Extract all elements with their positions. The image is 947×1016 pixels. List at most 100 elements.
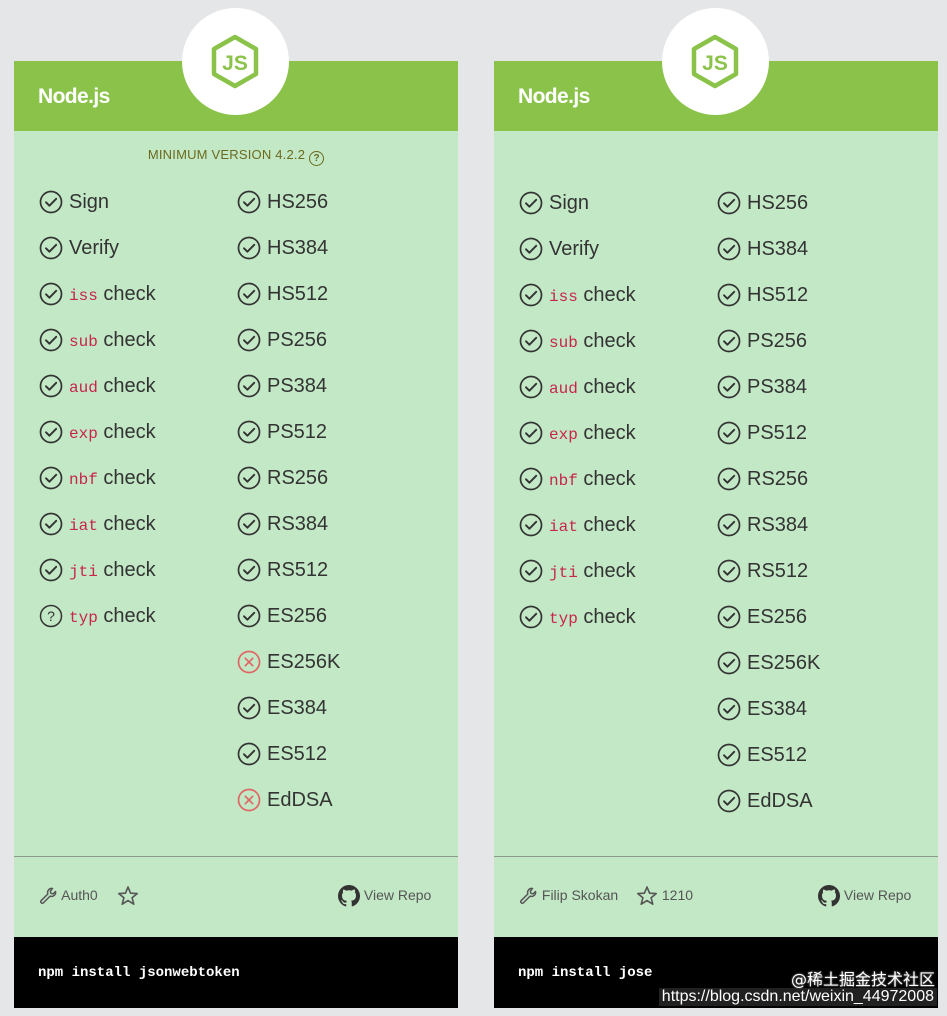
minimum-version: MINIMUM VERSION 4.2.2?	[14, 147, 458, 166]
author-link[interactable]: Filip Skokan	[518, 881, 618, 909]
check-label: Verify	[549, 237, 599, 261]
check-circle-icon	[717, 605, 741, 629]
check-text: check	[103, 329, 156, 351]
algorithm-label: HS384	[747, 238, 809, 260]
install-command-bar[interactable]: npm install jsonwebtoken	[14, 937, 458, 1008]
author-link[interactable]: Auth0	[38, 881, 98, 909]
check-circle-icon	[237, 558, 261, 582]
claim-name: jti	[69, 563, 98, 581]
nodejs-hexagon-icon: JS	[691, 34, 739, 89]
check-text: check	[583, 560, 636, 582]
check-text: check	[103, 283, 156, 305]
check-label: jti check	[69, 558, 156, 584]
check-circle-icon	[237, 236, 261, 260]
check-circle-icon	[39, 512, 63, 536]
algorithm-label: PS256	[267, 329, 328, 351]
check-text: check	[103, 421, 156, 443]
check-label: Verify	[69, 236, 119, 260]
check-circle-icon	[717, 513, 741, 537]
algorithm-label: ES384	[747, 698, 808, 720]
wrench-icon	[40, 887, 57, 905]
algorithm-label: RS256	[747, 468, 809, 490]
watermark: @稀土掘金技术社区	[790, 970, 935, 989]
claim-name: nbf	[549, 472, 578, 490]
star-button[interactable]: 1210	[636, 881, 693, 909]
library-card: Node.js JS Sign Verify iss check sub check a…	[494, 8, 938, 1008]
check-circle-icon	[39, 466, 63, 490]
algorithm-label: HS384	[267, 237, 329, 259]
check-circle-icon	[717, 191, 741, 215]
check-label: nbf check	[549, 467, 636, 493]
check-circle-icon	[237, 374, 261, 398]
check-label: iat check	[69, 512, 156, 538]
claim-name: jti	[549, 564, 578, 582]
view-repo-label: View Repo	[843, 887, 912, 903]
check-circle-icon	[39, 558, 63, 582]
author-name: Filip Skokan	[541, 887, 619, 903]
question-circle-icon: ?	[39, 604, 63, 628]
svg-text:?: ?	[47, 608, 55, 624]
check-text: check	[583, 422, 636, 444]
check-label: exp check	[69, 420, 156, 446]
check-label: sub check	[69, 328, 156, 354]
check-text: check	[583, 330, 636, 352]
star-icon	[636, 886, 658, 906]
divider	[14, 856, 458, 857]
algorithm-label: HS512	[267, 283, 329, 305]
check-circle-icon	[519, 283, 543, 307]
nodejs-hexagon-icon: JS	[211, 34, 259, 89]
check-label: iss check	[69, 282, 156, 308]
check-text: Sign	[549, 192, 590, 214]
claim-name: exp	[549, 426, 578, 444]
check-circle-icon	[717, 467, 741, 491]
claim-name: typ	[549, 610, 578, 628]
nodejs-logo: JS	[182, 8, 289, 115]
claim-name: nbf	[69, 471, 98, 489]
algorithm-label: PS256	[747, 330, 808, 352]
algorithm-label: ES256K	[747, 652, 821, 674]
help-icon[interactable]: ?	[309, 151, 325, 166]
wrench-icon	[520, 887, 537, 905]
algorithm-label: RS384	[267, 513, 329, 535]
star-count: 1210	[661, 887, 694, 903]
algorithm-label: ES384	[267, 697, 328, 719]
svg-text:JS: JS	[222, 52, 248, 75]
algorithm-label: ES256	[267, 605, 328, 627]
algorithm-label: EdDSA	[267, 789, 333, 811]
svg-text:JS: JS	[702, 52, 728, 75]
check-label: aud check	[549, 375, 636, 401]
check-circle-icon	[519, 559, 543, 583]
check-circle-icon	[39, 282, 63, 306]
check-circle-icon	[237, 466, 261, 490]
algorithm-label: ES512	[747, 744, 808, 766]
star-button[interactable]	[117, 881, 139, 909]
url-watermark: https://blog.csdn.net/weixin_44972008	[658, 988, 937, 1006]
check-text: check	[103, 375, 156, 397]
check-label: sub check	[549, 329, 636, 355]
algorithm-label: RS256	[267, 467, 329, 489]
view-repo-label: View Repo	[363, 887, 432, 903]
check-text: check	[103, 605, 156, 627]
x-circle-icon	[237, 788, 261, 812]
claim-name: typ	[69, 609, 98, 627]
check-label: jti check	[549, 559, 636, 585]
check-circle-icon	[717, 743, 741, 767]
check-text: Verify	[69, 237, 120, 259]
view-repo-link[interactable]: View Repo	[338, 881, 431, 909]
check-label: nbf check	[69, 466, 156, 492]
algorithm-label: EdDSA	[747, 790, 813, 812]
check-circle-icon	[237, 604, 261, 628]
algorithm-label: ES256K	[267, 651, 341, 673]
library-name: Node.js	[38, 85, 110, 108]
check-circle-icon	[237, 420, 261, 444]
nodejs-logo: JS	[662, 8, 769, 115]
algorithm-label: PS384	[747, 376, 808, 398]
algorithm-label: HS256	[267, 191, 329, 213]
github-icon	[338, 885, 360, 907]
check-circle-icon	[519, 191, 543, 215]
check-circle-icon	[237, 696, 261, 720]
check-label: Sign	[549, 191, 589, 215]
algorithm-label: ES512	[267, 743, 328, 765]
check-label: aud check	[69, 374, 156, 400]
view-repo-link[interactable]: View Repo	[818, 881, 911, 909]
